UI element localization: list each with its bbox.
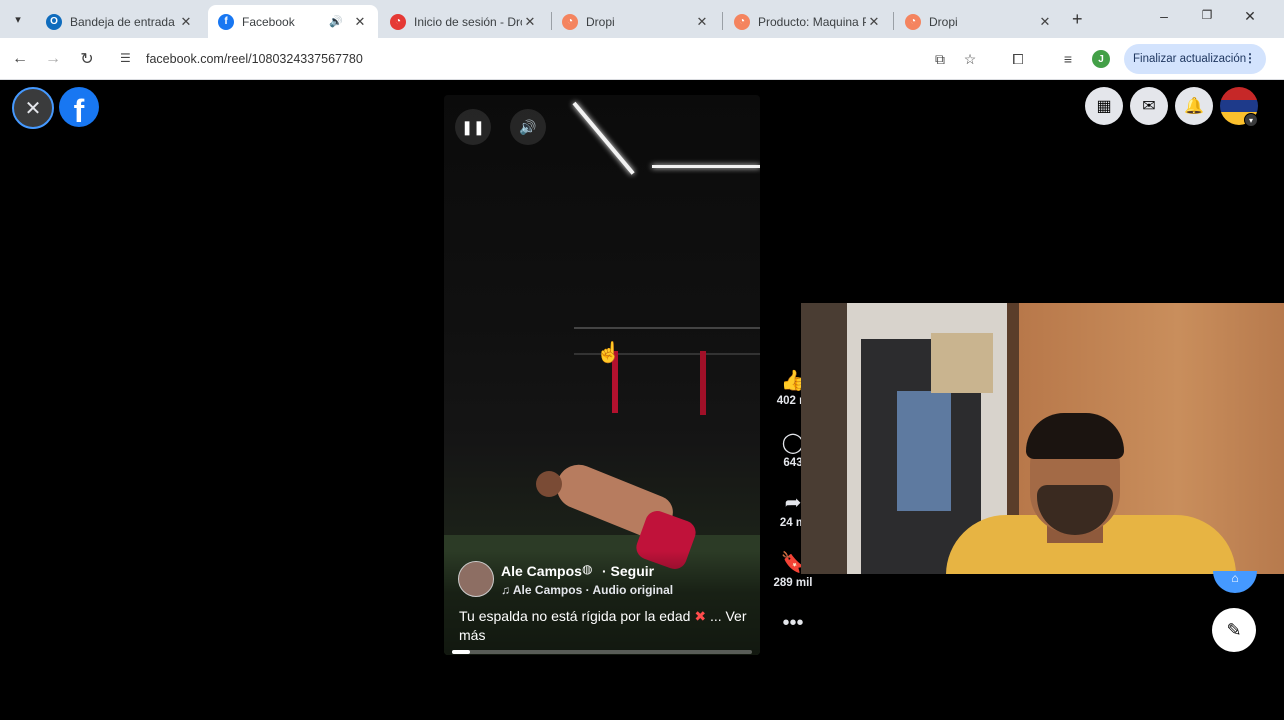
tab-facebook[interactable]: f Facebook 🔊 ✕ bbox=[208, 5, 378, 38]
tab-outlook[interactable]: O Bandeja de entrada ✕ bbox=[36, 5, 204, 38]
media-control-icon[interactable]: ≡ bbox=[1058, 49, 1078, 69]
close-icon[interactable]: ✕ bbox=[178, 14, 194, 30]
webcam-clothes bbox=[897, 391, 951, 511]
speaker-icon[interactable]: 🔊 bbox=[328, 15, 344, 28]
menu-grid-icon[interactable]: ▦ bbox=[1085, 87, 1123, 125]
tab-title: Inicio de sesión - Dro bbox=[414, 14, 522, 29]
minimize-icon[interactable]: – bbox=[1154, 8, 1174, 24]
webcam-overlay bbox=[801, 303, 1284, 574]
ceiling-light bbox=[652, 165, 760, 168]
athlete-head bbox=[536, 471, 562, 497]
dropi-icon: ◔ bbox=[734, 13, 750, 30]
video-progress-bar[interactable] bbox=[452, 650, 752, 654]
window-close-icon[interactable]: ✕ bbox=[1240, 8, 1260, 25]
gym-rack bbox=[574, 327, 760, 329]
globe-icon: ◍ bbox=[582, 562, 593, 576]
new-tab-icon[interactable]: + bbox=[1072, 9, 1083, 30]
author-avatar[interactable] bbox=[458, 561, 494, 597]
close-icon[interactable]: ✕ bbox=[694, 14, 710, 30]
tab-title: Facebook bbox=[242, 14, 295, 29]
webcam-shelf bbox=[931, 333, 993, 393]
reload-icon[interactable]: ↻ bbox=[77, 49, 97, 69]
site-info-icon[interactable]: ☰ bbox=[120, 51, 131, 65]
author-name[interactable]: Ale Campos bbox=[501, 563, 582, 579]
account-chevron-icon[interactable]: ▾ bbox=[1244, 113, 1258, 127]
tab-dropi-1[interactable]: ◔ Dropi ✕ bbox=[552, 5, 720, 38]
messenger-icon[interactable]: ✉ bbox=[1130, 87, 1168, 125]
facebook-icon: f bbox=[218, 13, 234, 30]
url-text: facebook.com/reel/1080324337567780 bbox=[146, 52, 363, 66]
close-reel-button[interactable]: ✕ bbox=[12, 87, 54, 129]
video-progress-fill bbox=[452, 650, 470, 654]
more-menu-icon[interactable]: ⋮ bbox=[1244, 51, 1256, 65]
resistance-band bbox=[700, 351, 706, 415]
tab-title: Dropi bbox=[586, 14, 615, 29]
finish-update-label: Finalizar actualización bbox=[1133, 53, 1247, 65]
follow-link[interactable]: · Seguir bbox=[602, 563, 654, 579]
install-app-icon[interactable]: ⧉ bbox=[930, 49, 950, 69]
dropi-icon: ◔ bbox=[562, 13, 578, 30]
tab-dropi-2[interactable]: ◔ Dropi ✕ bbox=[895, 5, 1063, 38]
tab-search-icon[interactable]: ▾ bbox=[6, 7, 30, 31]
tab-title: Producto: Maquina P bbox=[758, 14, 866, 29]
facebook-logo-icon[interactable]: f bbox=[59, 87, 99, 127]
tab-separator bbox=[893, 12, 894, 30]
address-bar[interactable]: ☰ facebook.com/reel/1080324337567780 bbox=[110, 44, 994, 74]
finish-update-button[interactable]: Finalizar actualización ⋮ bbox=[1124, 44, 1266, 74]
reel-video[interactable]: ❚❚ 🔊 Ale Campos ◍ · Seguir ♫ Ale Campos … bbox=[444, 95, 760, 655]
tab-title: Dropi bbox=[929, 14, 958, 29]
close-icon[interactable]: ✕ bbox=[866, 14, 882, 30]
pause-icon[interactable]: ❚❚ bbox=[455, 109, 491, 145]
tab-dropi-login[interactable]: ◔ Inicio de sesión - Dro ✕ bbox=[380, 5, 548, 38]
audio-label: Ale Campos · Audio original bbox=[512, 583, 674, 597]
outlook-icon: O bbox=[46, 13, 62, 30]
audio-attribution[interactable]: ♫ Ale Campos · Audio original bbox=[501, 583, 673, 597]
tab-strip: ▾ O Bandeja de entrada ✕ f Facebook 🔊 ✕ … bbox=[0, 0, 1284, 38]
close-icon[interactable]: ✕ bbox=[1037, 14, 1053, 30]
forward-icon[interactable]: → bbox=[43, 49, 63, 69]
webcam-door bbox=[801, 303, 847, 574]
new-message-button[interactable]: ⌂ bbox=[1213, 571, 1257, 593]
back-icon[interactable]: ← bbox=[10, 49, 30, 69]
dropi-icon: ◔ bbox=[905, 13, 921, 30]
tab-producto[interactable]: ◔ Producto: Maquina P ✕ bbox=[724, 5, 892, 38]
reel-caption: Tu espalda no está rígida por la edad ✖ … bbox=[459, 607, 749, 645]
hand-cursor-icon: ☝ bbox=[596, 342, 621, 364]
notifications-bell-icon[interactable]: 🔔 bbox=[1175, 87, 1213, 125]
more-dots-icon: ••• bbox=[782, 612, 804, 634]
restore-icon[interactable]: ❐ bbox=[1197, 8, 1217, 22]
bookmark-star-icon[interactable]: ☆ bbox=[960, 49, 980, 69]
extensions-icon[interactable]: ⧠ bbox=[1008, 49, 1028, 69]
browser-toolbar: ← → ↻ ☰ facebook.com/reel/10803243375677… bbox=[0, 38, 1284, 80]
tab-title: Bandeja de entrada bbox=[70, 14, 175, 29]
ceiling-light bbox=[572, 101, 635, 175]
music-note-icon: ♫ bbox=[501, 583, 513, 597]
tab-separator bbox=[722, 12, 723, 30]
save-count: 289 mil bbox=[773, 577, 813, 589]
close-icon[interactable]: ✕ bbox=[522, 14, 538, 30]
close-icon[interactable]: ✕ bbox=[352, 14, 368, 30]
caption-text: Tu espalda no está rígida por la edad bbox=[459, 608, 691, 624]
reel-meta: Ale Campos ◍ · Seguir ♫ Ale Campos · Aud… bbox=[444, 551, 760, 655]
more-options-button[interactable]: ••• bbox=[771, 611, 815, 635]
cross-mark-icon: ✖ bbox=[694, 608, 707, 624]
dropi-icon: ◔ bbox=[390, 13, 406, 30]
compose-message-icon[interactable]: ✎ bbox=[1212, 608, 1256, 652]
profile-avatar[interactable]: J bbox=[1092, 50, 1110, 68]
volume-icon[interactable]: 🔊 bbox=[510, 109, 546, 145]
reel-viewer: ✕ f ▦ ✉ 🔔 ▾ ❚❚ 🔊 Ale Campos ◍ · Seguir ♫… bbox=[0, 81, 1284, 720]
